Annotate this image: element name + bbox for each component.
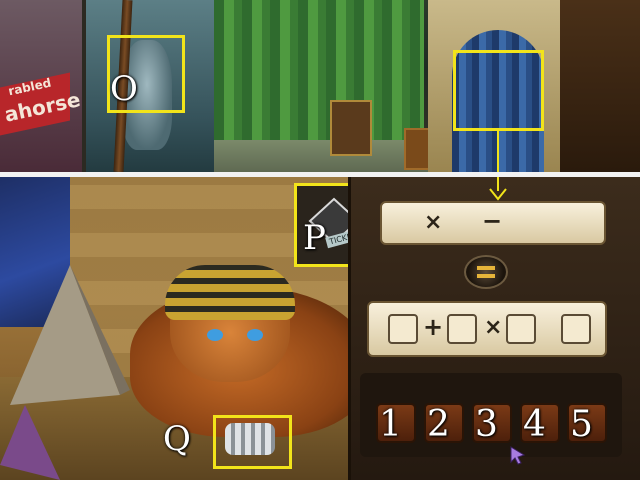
wooden-chair <box>560 0 640 172</box>
hotspot-o-label: O <box>110 69 138 109</box>
arrow-line <box>497 131 499 172</box>
stage-floor <box>214 140 434 172</box>
arrow-head <box>489 188 507 201</box>
equals-knob <box>464 255 508 289</box>
curtain-highlight[interactable] <box>453 50 544 131</box>
green-curtains <box>214 0 424 150</box>
pyramid-model <box>10 265 130 405</box>
top-scene: rabled ahorse O <box>0 0 640 172</box>
hotspot-p-label: P <box>303 218 326 258</box>
cat-right-eye <box>247 329 263 341</box>
number-label-5: 5 <box>570 404 593 445</box>
bottom-scene: TICKET P Q × − + × 1 2 3 4 5 <box>0 177 640 480</box>
result-minus-sign: − <box>482 207 503 235</box>
result-multiply-sign: × <box>424 210 443 235</box>
number-label-4: 4 <box>523 404 546 445</box>
small-pyramid <box>0 405 60 480</box>
number-label-3: 3 <box>475 404 498 445</box>
cat-left-eye <box>207 329 223 341</box>
number-label-1: 1 <box>379 404 402 445</box>
hotspot-q-highlight[interactable] <box>213 415 292 469</box>
pharaoh-headdress <box>165 265 295 320</box>
equation-slot-2[interactable] <box>447 314 477 344</box>
equation-slot-3[interactable] <box>506 314 536 344</box>
game-screen: rabled ahorse O TICKET P Q × − + × 1 2 3… <box>0 0 640 480</box>
equation-slot-4[interactable] <box>561 314 591 344</box>
equals-bar-top <box>477 266 495 270</box>
hand-cursor-icon <box>510 446 526 465</box>
equals-bar-bottom <box>477 274 495 278</box>
hotspot-q-label: Q <box>163 419 191 459</box>
number-label-2: 2 <box>427 404 450 445</box>
equation-slot-1[interactable] <box>388 314 418 344</box>
equation-multiply-sign: × <box>484 315 503 340</box>
equation-plus-sign: + <box>423 313 444 341</box>
floor-painting[interactable] <box>330 100 372 156</box>
